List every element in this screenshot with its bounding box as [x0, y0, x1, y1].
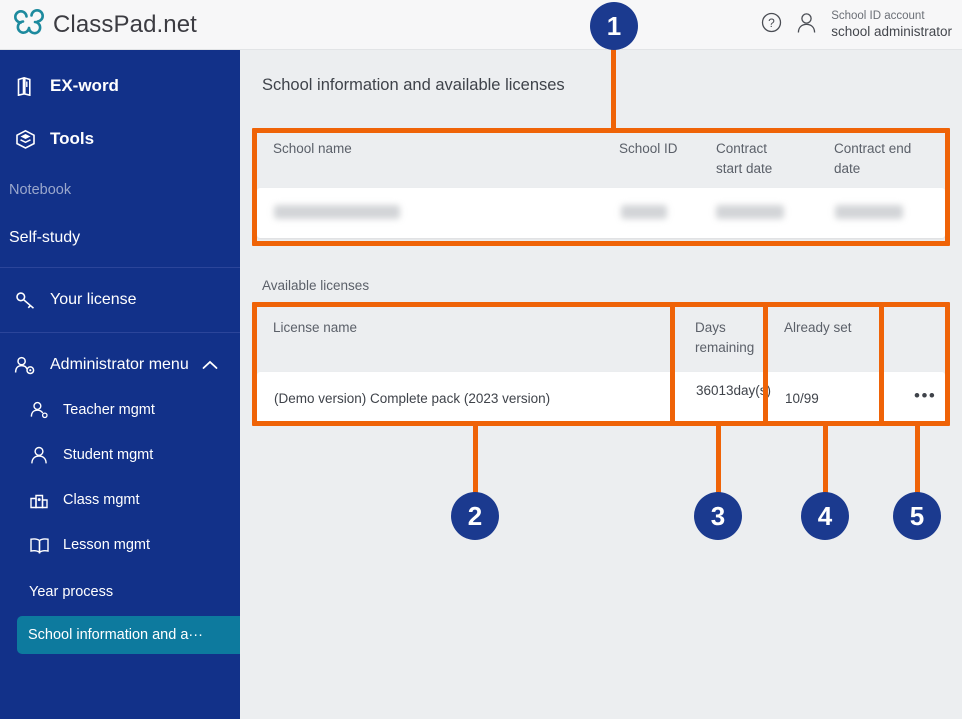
user-gear-icon	[12, 356, 38, 375]
sidebar-item-label: Year process	[29, 584, 114, 600]
chain-link-logo-icon	[14, 8, 44, 42]
annotation-box-2	[252, 302, 950, 426]
sidebar-item-class-mgmt[interactable]: Class mgmt	[0, 481, 240, 519]
annotation-divider-already-set	[763, 302, 768, 426]
annotation-box-1	[252, 128, 950, 246]
sidebar-item-label: Teacher mgmt	[63, 402, 155, 418]
app-root: ClassPad.net ? School ID account school …	[0, 0, 962, 719]
sidebar-item-teacher-mgmt[interactable]: Teacher mgmt	[0, 391, 240, 429]
sidebar-item-notebook[interactable]: Notebook	[0, 170, 240, 210]
sidebar-item-label: School information and a···	[28, 627, 203, 643]
sidebar-item-label: Administrator menu	[50, 356, 189, 373]
annotation-badge-2: 2	[451, 492, 499, 540]
brand-name: ClassPad.net	[53, 11, 197, 38]
teacher-icon	[26, 401, 52, 419]
annotation-line-5	[915, 426, 920, 494]
student-icon	[26, 446, 52, 465]
available-licenses-label: Available licenses	[262, 278, 370, 293]
sidebar-item-administrator-menu[interactable]: Administrator menu	[0, 345, 240, 385]
sidebar: EX-word Tools Notebook Self-study Your l…	[0, 50, 240, 719]
svg-text:?: ?	[768, 16, 775, 30]
account-text[interactable]: School ID account school administrator	[831, 9, 952, 40]
book-open-icon	[26, 537, 52, 554]
annotation-badge-5: 5	[893, 492, 941, 540]
sidebar-item-label: Lesson mgmt	[63, 537, 151, 553]
brand-logo[interactable]: ClassPad.net	[14, 8, 197, 42]
sidebar-item-self-study[interactable]: Self-study	[0, 218, 240, 258]
sidebar-divider-2	[0, 332, 240, 333]
sidebar-item-label: Tools	[50, 129, 95, 148]
annotation-badge-1: 1	[590, 2, 638, 50]
sidebar-item-year-process[interactable]: Year process	[0, 572, 240, 612]
sidebar-item-label: Self-study	[9, 229, 81, 246]
sidebar-item-your-license[interactable]: Your license	[0, 280, 240, 320]
sidebar-item-lesson-mgmt[interactable]: Lesson mgmt	[0, 526, 240, 564]
sidebar-item-label: Student mgmt	[63, 447, 154, 463]
sidebar-item-student-mgmt[interactable]: Student mgmt	[0, 436, 240, 474]
page-title: School information and available license…	[262, 76, 565, 94]
account-name: school administrator	[831, 23, 952, 39]
book-icon	[12, 76, 38, 96]
annotation-line-3	[716, 426, 721, 494]
sidebar-item-label: Class mgmt	[63, 492, 140, 508]
sidebar-divider-1	[0, 267, 240, 268]
user-icon[interactable]	[796, 12, 817, 39]
sidebar-item-ex-word[interactable]: EX-word	[0, 64, 240, 108]
toolbox-icon	[12, 129, 38, 150]
annotation-line-1	[611, 38, 616, 133]
key-icon	[12, 291, 38, 310]
sidebar-item-tools[interactable]: Tools	[0, 117, 240, 161]
annotation-line-2	[473, 426, 478, 494]
account-type: School ID account	[831, 10, 925, 23]
sidebar-item-label: Your license	[50, 291, 137, 308]
annotation-line-4	[823, 426, 828, 494]
account-area: ? School ID account school administrator	[761, 7, 952, 43]
sidebar-item-label: Notebook	[9, 182, 72, 198]
sidebar-item-label: EX-word	[50, 76, 119, 95]
annotation-badge-4: 4	[801, 492, 849, 540]
annotation-badge-3: 3	[694, 492, 742, 540]
chevron-up-icon[interactable]	[202, 345, 218, 385]
top-bar: ClassPad.net ? School ID account school …	[0, 0, 962, 50]
annotation-divider-days	[670, 302, 675, 426]
annotation-divider-menu	[879, 302, 884, 426]
class-icon	[26, 491, 52, 509]
help-circle-icon[interactable]: ?	[761, 12, 782, 38]
